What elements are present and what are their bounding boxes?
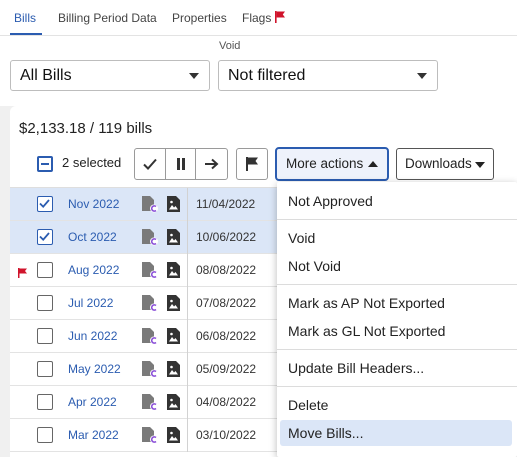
column-divider xyxy=(187,188,188,221)
bill-document-icon[interactable] xyxy=(142,196,158,218)
chevron-up-icon xyxy=(368,161,378,167)
more-actions-menu: Not Approved Void Not Void Mark as AP No… xyxy=(277,182,517,457)
flag-button[interactable] xyxy=(236,148,268,180)
bill-date: 10/06/2022 xyxy=(196,230,257,244)
bill-image-icon[interactable] xyxy=(167,262,180,283)
bill-document-icon[interactable] xyxy=(142,262,158,284)
bill-image-icon[interactable] xyxy=(167,427,180,448)
bill-action-buttons xyxy=(134,148,228,180)
row-checkbox[interactable] xyxy=(37,262,53,278)
menu-item-not-approved[interactable]: Not Approved xyxy=(277,188,517,214)
column-divider xyxy=(187,419,188,452)
bill-image-icon[interactable] xyxy=(167,295,180,316)
tab-properties[interactable]: Properties xyxy=(172,11,227,25)
tab-billing-period-data[interactable]: Billing Period Data xyxy=(58,11,157,25)
column-divider xyxy=(187,254,188,287)
bills-filter-value: All Bills xyxy=(20,67,72,84)
bill-image-icon[interactable] xyxy=(167,394,180,415)
void-filter-value: Not filtered xyxy=(228,67,306,84)
billing-period-link[interactable]: Aug 2022 xyxy=(68,263,119,277)
chevron-down-icon xyxy=(475,162,485,168)
bill-date: 06/08/2022 xyxy=(196,329,257,343)
red-flag-icon xyxy=(18,265,27,283)
hold-pause-icon xyxy=(176,158,185,170)
downloads-label: Downloads xyxy=(405,156,472,171)
billing-period-link[interactable]: Apr 2022 xyxy=(68,395,117,409)
billing-period-link[interactable]: Jul 2022 xyxy=(68,296,113,310)
chevron-down-icon xyxy=(417,73,427,79)
row-checkbox[interactable] xyxy=(37,295,53,311)
menu-item-void[interactable]: Void xyxy=(277,225,517,251)
void-filter-label: Void xyxy=(219,40,241,52)
chevron-down-icon xyxy=(189,73,199,79)
select-all-checkbox[interactable] xyxy=(37,156,53,172)
row-checkbox[interactable] xyxy=(37,427,53,443)
billing-period-link[interactable]: Nov 2022 xyxy=(68,197,119,211)
bill-document-icon[interactable] xyxy=(142,394,158,416)
row-checkbox[interactable] xyxy=(37,229,53,245)
bill-document-icon[interactable] xyxy=(142,229,158,251)
row-checkbox[interactable] xyxy=(37,196,53,212)
hold-button[interactable] xyxy=(166,149,197,179)
bill-date: 04/08/2022 xyxy=(196,395,257,409)
flag-icon xyxy=(246,157,258,171)
menu-divider xyxy=(277,386,517,387)
billing-period-link[interactable]: Mar 2022 xyxy=(68,428,119,442)
bill-image-icon[interactable] xyxy=(167,229,180,250)
tab-bills[interactable]: Bills xyxy=(14,11,36,25)
menu-item-not-void[interactable]: Not Void xyxy=(277,253,517,279)
bill-date: 08/08/2022 xyxy=(196,263,257,277)
menu-item-delete[interactable]: Delete xyxy=(277,392,517,418)
column-divider xyxy=(187,287,188,320)
billing-period-link[interactable]: Jun 2022 xyxy=(68,329,117,343)
approve-button[interactable] xyxy=(135,149,166,179)
billing-period-link[interactable]: May 2022 xyxy=(68,362,121,376)
menu-divider xyxy=(277,284,517,285)
bill-document-icon[interactable] xyxy=(142,427,158,449)
billing-period-link[interactable]: Oct 2022 xyxy=(68,230,117,244)
row-checkbox[interactable] xyxy=(37,361,53,377)
column-divider xyxy=(187,221,188,254)
bills-filter-select[interactable]: All Bills xyxy=(10,60,210,91)
menu-item-update-bill-headers[interactable]: Update Bill Headers... xyxy=(277,355,517,381)
more-actions-button[interactable]: More actions xyxy=(275,147,389,181)
bill-date: 07/08/2022 xyxy=(196,296,257,310)
column-divider xyxy=(187,320,188,353)
menu-item-mark-ap-not-exported[interactable]: Mark as AP Not Exported xyxy=(277,290,517,316)
bill-image-icon[interactable] xyxy=(167,328,180,349)
tab-flags[interactable]: Flags xyxy=(242,11,286,26)
menu-divider xyxy=(277,349,517,350)
approve-check-icon xyxy=(143,158,157,170)
column-divider xyxy=(187,353,188,386)
active-tab-indicator xyxy=(10,33,42,35)
selected-count: 2 selected xyxy=(62,155,122,170)
bill-date: 03/10/2022 xyxy=(196,428,257,442)
bill-image-icon[interactable] xyxy=(167,196,180,217)
bill-document-icon[interactable] xyxy=(142,295,158,317)
bill-date: 05/09/2022 xyxy=(196,362,257,376)
bill-image-icon[interactable] xyxy=(167,361,180,382)
menu-divider xyxy=(277,219,517,220)
row-checkbox[interactable] xyxy=(37,328,53,344)
forward-button[interactable] xyxy=(196,149,227,179)
column-divider xyxy=(187,386,188,419)
bill-date: 11/04/2022 xyxy=(196,197,256,211)
menu-item-move-bills[interactable]: Move Bills... xyxy=(280,420,512,446)
tab-bar: Bills Billing Period Data Properties Fla… xyxy=(0,0,517,36)
row-checkbox[interactable] xyxy=(37,394,53,410)
forward-arrow-icon xyxy=(204,158,219,170)
void-filter-select[interactable]: Not filtered xyxy=(218,60,438,91)
downloads-button[interactable]: Downloads xyxy=(396,148,494,180)
bill-document-icon[interactable] xyxy=(142,328,158,350)
menu-item-mark-gl-not-exported[interactable]: Mark as GL Not Exported xyxy=(277,318,517,344)
tab-flags-label: Flags xyxy=(242,11,272,25)
red-flag-icon xyxy=(275,11,286,26)
bills-summary: $2,133.18 / 119 bills xyxy=(19,120,153,137)
bill-document-icon[interactable] xyxy=(142,361,158,383)
more-actions-label: More actions xyxy=(286,156,364,171)
